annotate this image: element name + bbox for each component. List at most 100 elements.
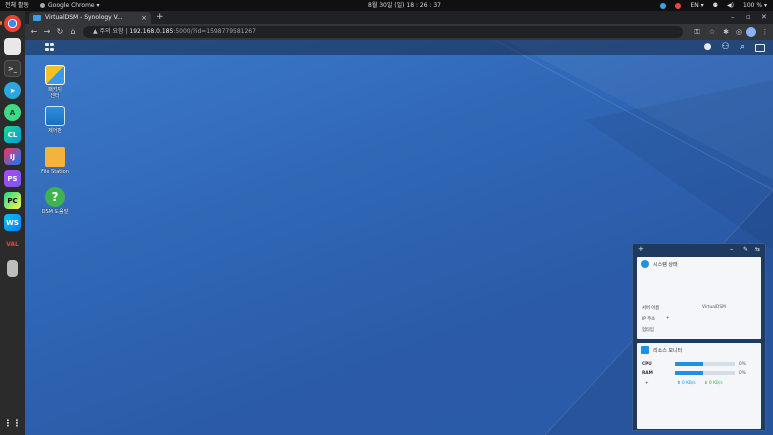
search-icon[interactable]: ⌕ (737, 42, 748, 53)
close-icon[interactable]: ✕ (761, 11, 767, 24)
ram-value: 0% (739, 371, 746, 376)
back-icon[interactable]: ← (28, 26, 40, 38)
user-icon[interactable]: ⚇ (720, 42, 731, 53)
files-icon[interactable] (4, 38, 21, 55)
file-station-shortcut[interactable]: File Station (33, 147, 77, 175)
ram-bar (675, 371, 735, 375)
show-applications-icon[interactable]: ⋮⋮ (4, 415, 22, 432)
dsm-help-shortcut[interactable]: ? DSM 도움말 (33, 187, 77, 215)
menu-kebab-icon[interactable]: ⋮ (759, 26, 771, 38)
cpu-bar (675, 362, 735, 366)
intellij-icon[interactable]: IJ (4, 148, 21, 165)
package-center-shortcut[interactable]: 패키지 센터 (33, 65, 77, 99)
package-center-label: 패키지 센터 (48, 87, 62, 99)
server-name-label: 서버 이름 (642, 306, 660, 311)
control-panel-label: 제어판 (48, 128, 62, 134)
app-menu[interactable]: Google Chrome ▾ (40, 0, 100, 11)
main-menu-icon[interactable] (45, 43, 55, 52)
clock[interactable]: 8월 30일 (일) 18 : 26 : 37 (368, 0, 441, 11)
cpu-bar-fill (675, 362, 703, 366)
dsm-help-label: DSM 도움말 (41, 209, 69, 215)
telegram-icon[interactable]: ➤ (4, 82, 21, 99)
download-arrow-icon: ⬇ (704, 381, 708, 386)
system-tray: EN ▾ ⚉ ◀) 100 % ▾ (660, 0, 767, 11)
control-panel-shortcut[interactable]: 제어판 (33, 106, 77, 134)
system-health-widget: 시스템 상태 서버 이름 VirtualDSM IP 주소 + 업타임 (637, 257, 761, 339)
chrome-icon (40, 3, 45, 8)
resource-monitor-title: 리소스 모니터 (653, 348, 683, 354)
reload-icon[interactable]: ↻ (54, 26, 66, 38)
minimize-icon[interactable]: – (731, 11, 735, 24)
browser-toolbar: ← → ↻ ⌂ ▲ 주의 요함 | 192.168.0.185:5000/?id… (25, 24, 773, 40)
clion-icon[interactable]: CL (4, 126, 21, 143)
cpu-label: CPU (642, 362, 652, 367)
minimize-widgets-icon[interactable]: – (730, 244, 734, 255)
phpstorm-icon[interactable]: PS (4, 170, 21, 187)
widget-panel-header: + – ✎ ⇆ (633, 244, 765, 255)
app-menu-label: Google Chrome ▾ (48, 2, 100, 9)
activities-button[interactable]: 전체 활동 (5, 0, 29, 11)
network-expand-icon[interactable]: + (645, 381, 649, 386)
key-icon[interactable]: ⚿ (691, 26, 703, 38)
webstorm-icon[interactable]: WS (4, 214, 21, 231)
ram-bar-fill (675, 371, 703, 375)
terminal-icon[interactable]: >_ (4, 60, 21, 77)
add-widget-icon[interactable]: + (638, 244, 644, 255)
pycharm-icon[interactable]: PC (4, 192, 21, 209)
volume-icon[interactable]: ◀) (727, 0, 734, 11)
network-icon[interactable]: ⚉ (713, 0, 718, 11)
widget-settings-icon[interactable]: ⇆ (755, 244, 760, 255)
vpn-icon[interactable] (660, 2, 667, 9)
extension-icon[interactable]: ◎ (733, 26, 745, 38)
cpu-value: 0% (739, 362, 746, 367)
widget-panel: + – ✎ ⇆ 시스템 상태 서버 이름 VirtualDSM IP 주소 + … (632, 243, 766, 431)
forward-icon[interactable]: → (41, 26, 53, 38)
dsm-taskbar: ● ⚇ ⌕ (25, 40, 773, 55)
maximize-icon[interactable]: ▫ (746, 11, 751, 24)
chrome-window: VirtualDSM - Synology V... × + – ▫ ✕ ← →… (25, 11, 773, 40)
download-speed: 0 KB/s (709, 381, 723, 386)
control-panel-icon (45, 106, 65, 126)
pin-icon[interactable]: ✎ (743, 244, 748, 255)
profile-avatar[interactable] (746, 27, 756, 37)
upload-speed: 0 KB/s (682, 381, 696, 386)
system-health-title: 시스템 상태 (653, 262, 678, 268)
ram-label: RAM (642, 371, 653, 376)
upload-arrow-icon: ⬆ (677, 381, 681, 386)
trash-icon[interactable] (7, 260, 18, 277)
resource-monitor-icon (641, 346, 649, 354)
notifications-icon[interactable]: ● (702, 42, 713, 53)
home-icon[interactable]: ⌂ (67, 26, 79, 38)
battery-indicator[interactable]: 100 % ▾ (743, 0, 767, 11)
ip-expand-icon[interactable]: + (666, 316, 670, 321)
widgets-toggle-icon[interactable] (755, 44, 765, 52)
tab-close-icon[interactable]: × (141, 12, 147, 24)
package-center-icon (45, 65, 65, 85)
language-indicator[interactable]: EN ▾ (690, 0, 703, 11)
tab-strip: VirtualDSM - Synology V... × + – ▫ ✕ (25, 11, 773, 24)
record-icon[interactable] (675, 2, 682, 9)
ip-address-label: IP 주소 (642, 317, 656, 322)
file-station-label: File Station (41, 169, 69, 175)
uptime-label: 업타임 (642, 328, 654, 333)
resource-monitor-widget: 리소스 모니터 CPU 0% RAM 0% + ⬆ 0 KB/s ⬇ 0 KB/… (637, 343, 761, 429)
dock: >_ ➤ A CL IJ PS PC WS VAL ⋮⋮ (0, 11, 25, 435)
help-icon: ? (45, 187, 65, 207)
security-warning-label[interactable]: 주의 요함 (100, 28, 124, 35)
dsm-desktop: ● ⚇ ⌕ 패키지 센터 제어판 File Station ? DSM 도움말 … (25, 40, 773, 435)
browser-tab[interactable]: VirtualDSM - Synology V... × (29, 12, 151, 24)
address-bar[interactable]: ▲ 주의 요함 | 192.168.0.185:5000/?id=1598779… (83, 26, 683, 38)
file-station-icon (45, 147, 65, 167)
url-host: 192.168.0.185 (129, 28, 174, 35)
bookmark-star-icon[interactable]: ☆ (706, 26, 718, 38)
server-name-value: VirtualDSM (702, 305, 726, 310)
info-icon (641, 260, 649, 268)
dsm-favicon-icon (33, 15, 41, 21)
chrome-icon[interactable] (4, 15, 21, 32)
new-tab-button[interactable]: + (156, 11, 164, 24)
extensions-icon[interactable]: ✱ (720, 26, 732, 38)
tab-title: VirtualDSM - Synology V... (45, 14, 123, 21)
vim-icon[interactable]: VAL (4, 236, 21, 253)
android-studio-icon[interactable]: A (4, 104, 21, 121)
url-path: :5000/?id=1598779581267 (173, 28, 256, 35)
